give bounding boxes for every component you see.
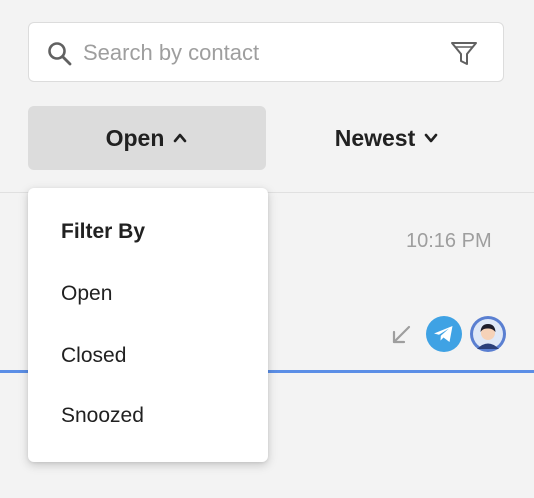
- filter-option-closed[interactable]: Closed: [61, 344, 126, 368]
- search-input[interactable]: [83, 39, 423, 67]
- chevron-up-icon: [174, 133, 187, 143]
- status-filter-label: Open: [105, 124, 165, 151]
- filter-icon[interactable]: [449, 39, 479, 69]
- avatar: [470, 316, 506, 352]
- sort-label: Newest: [334, 124, 416, 151]
- filter-option-snoozed[interactable]: Snoozed: [61, 404, 144, 428]
- status-filter-button[interactable]: Open: [28, 106, 266, 170]
- chevron-down-icon: [424, 133, 438, 143]
- telegram-icon: [426, 316, 462, 352]
- incoming-arrow-icon: [392, 325, 411, 344]
- search-bar: [28, 22, 504, 82]
- filter-menu-header: Filter By: [61, 220, 146, 243]
- search-icon: [48, 42, 72, 66]
- sort-button[interactable]: Newest: [270, 106, 504, 170]
- conversation-time: 10:16 PM: [406, 230, 492, 252]
- filter-dropdown-menu: Filter By Open Closed Snoozed: [28, 188, 268, 462]
- filter-option-open[interactable]: Open: [61, 282, 112, 306]
